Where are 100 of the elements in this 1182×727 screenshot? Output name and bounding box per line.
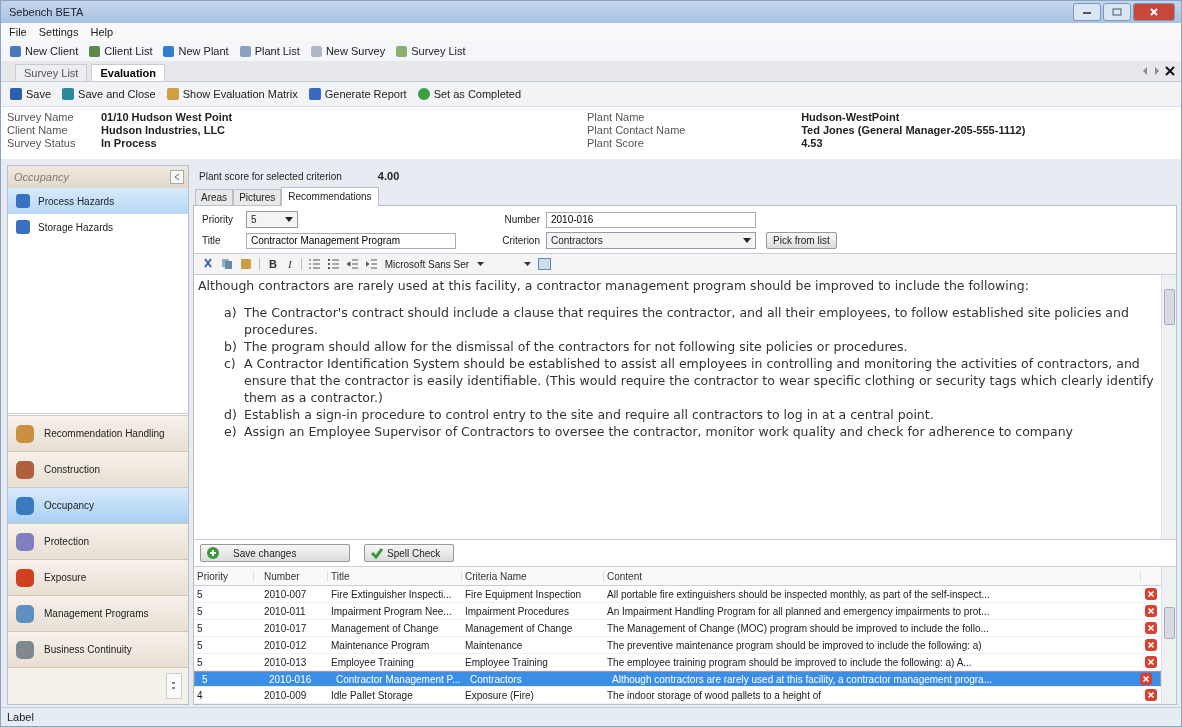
pick-from-list-button[interactable]: Pick from list — [766, 232, 837, 249]
priority-dropdown[interactable]: 5 — [246, 211, 298, 228]
delete-icon[interactable] — [1145, 656, 1157, 668]
navigation-button[interactable]: Business Continuity — [8, 632, 188, 668]
tab[interactable]: Areas — [195, 189, 234, 205]
table-cell-text: The indoor storage of wood pallets to a height of — [606, 689, 823, 701]
table-cell-text: Fire Equipment Inspection — [464, 588, 583, 600]
close-button[interactable] — [1133, 3, 1175, 21]
delete-icon[interactable] — [1145, 605, 1157, 617]
spell-check-button[interactable]: Spell Check — [364, 544, 454, 562]
scroll-left-icon[interactable] — [1141, 66, 1149, 76]
field-label: Plant Contact Name — [587, 124, 687, 136]
scroll-right-icon[interactable] — [1153, 66, 1161, 76]
options-button[interactable] — [166, 673, 182, 699]
text-editor[interactable] — [194, 274, 1176, 540]
list-marker: e) — [224, 423, 238, 440]
navigation-button[interactable]: Management Programs — [8, 596, 188, 632]
number-field[interactable]: 2010-016 — [546, 211, 756, 228]
title-field[interactable]: Contractor Management Program — [246, 232, 456, 249]
column-header[interactable]: Number — [254, 570, 328, 582]
delete-icon[interactable] — [1140, 673, 1152, 685]
caret-icon — [743, 238, 751, 243]
outdent-icon[interactable] — [346, 258, 359, 270]
collapse-button[interactable] — [170, 170, 184, 184]
close-icon[interactable] — [1165, 66, 1175, 76]
plus-icon — [207, 547, 219, 559]
toolbar-button[interactable]: New Plant — [160, 43, 231, 59]
table-cell-text: 2010-012 — [263, 639, 308, 651]
bold-button[interactable]: B — [267, 258, 279, 270]
menu-item[interactable]: Settings — [38, 26, 79, 38]
field-value: Hudson Industries, LLC — [101, 124, 227, 136]
toolbar-button[interactable]: Survey List — [393, 43, 468, 59]
table-cell-text: Contractor Management P... — [335, 673, 462, 685]
list-marker: d) — [224, 406, 238, 423]
italic-button[interactable]: I — [285, 258, 294, 270]
criterion-dropdown[interactable]: Contractors — [546, 232, 756, 249]
scrollbar[interactable] — [1161, 567, 1176, 704]
document-tab[interactable]: Evaluation — [91, 64, 166, 81]
cut-icon[interactable] — [202, 258, 214, 270]
field-value: In Process — [101, 137, 158, 149]
toolbar-button[interactable]: Plant List — [236, 43, 302, 59]
field-label: Plant Name — [587, 111, 646, 123]
list-marker: b) — [224, 338, 238, 355]
table-row[interactable]: 5 2010-007 Fire Extinguisher Inspecti... Fire Equipment Inspection All portable fire extinguishers should be inspected monthly, as part of the self-inspect... — [194, 586, 1161, 603]
toolbar-button[interactable]: Client List — [86, 43, 155, 59]
navigation-button[interactable]: Protection — [8, 524, 188, 560]
table-row[interactable]: 5 2010-017 Management of Change Management of Change The Management of Change (MOC) program should be improved to include the follo... — [194, 620, 1161, 637]
table-cell-text: 2010-007 — [263, 588, 308, 600]
list-item-text: The program should allow for the dismissal of the contractors for not following site policies or procedures. — [244, 338, 909, 355]
maximize-button[interactable] — [1103, 3, 1131, 21]
tab[interactable]: Pictures — [233, 189, 282, 205]
save-changes-button[interactable]: Save changes — [200, 544, 350, 562]
delete-icon[interactable] — [1145, 689, 1157, 701]
table-cell-text: Employee Training — [330, 656, 415, 668]
table-cell-text: 5 — [196, 622, 204, 634]
navigation-button[interactable]: Exposure — [8, 560, 188, 596]
indent-icon[interactable] — [365, 258, 378, 270]
caret-icon — [285, 217, 293, 222]
navigation-button[interactable]: Construction — [8, 452, 188, 488]
field-value: 01/10 Hudson West Point — [101, 111, 234, 123]
field-label: Criterion — [501, 235, 541, 246]
document-tab[interactable]: Survey List — [15, 64, 88, 81]
scrollbar[interactable] — [1161, 275, 1176, 539]
bulleted-list-icon[interactable] — [327, 258, 340, 270]
table-row[interactable]: 5 2010-012 Maintenance Program Maintenance The preventive maintenance program should be improved to include the following: a) — [194, 637, 1161, 654]
minimize-button[interactable] — [1073, 3, 1101, 21]
table-cell-text: All portable fire extinguishers should be inspected monthly, as part of the self-inspect... — [606, 588, 991, 600]
toolbar-button[interactable]: Set as Completed — [414, 86, 524, 102]
delete-icon[interactable] — [1145, 622, 1157, 634]
table-cell-text: 4 — [196, 689, 204, 701]
column-header[interactable]: Criteria Name — [462, 570, 604, 582]
table-cell-text: Maintenance Program — [330, 639, 431, 651]
table-cell-text: Exposure (Fire) — [464, 689, 535, 701]
toolbar-button[interactable]: Save — [7, 86, 54, 102]
toolbar-button[interactable]: New Client — [7, 43, 81, 59]
delete-icon[interactable] — [1145, 639, 1157, 651]
sidebar-item[interactable]: Storage Hazards — [8, 214, 188, 240]
font-dropdown[interactable]: Microsoft Sans Ser — [384, 258, 485, 270]
menu-item[interactable]: Help — [90, 26, 114, 38]
tab[interactable]: Recommendations — [281, 187, 379, 206]
navigation-button[interactable]: Occupancy — [8, 488, 188, 524]
table-row[interactable]: 5 2010-011 Impairment Program Nee... Impairment Procedures An Impairment Handling Program for all planned and emergency impairments to prot... — [194, 603, 1161, 620]
field-value: 4.53 — [801, 137, 824, 149]
table-row[interactable]: 4 2010-009 Idle Pallet Storage Exposure (Fire) The indoor storage of wood pallets to a height of — [194, 687, 1161, 704]
toolbar-button[interactable]: Save and Close — [59, 86, 158, 102]
sidebar-item[interactable]: Process Hazards — [8, 188, 188, 214]
field-value: Hudson-WestPoint — [801, 111, 901, 123]
toolbar-button[interactable]: New Survey — [307, 43, 388, 59]
column-header[interactable]: Content — [604, 570, 1141, 582]
delete-icon[interactable] — [1145, 588, 1157, 600]
table-cell-text: 2010-009 — [263, 689, 308, 701]
toolbar-button[interactable]: Generate Report — [305, 86, 409, 102]
copy-icon[interactable] — [221, 258, 233, 270]
column-header[interactable]: Priority — [194, 570, 254, 582]
column-header[interactable]: Title — [328, 570, 462, 582]
table-cell-text: 2010-011 — [263, 605, 307, 617]
status-text: Label — [7, 711, 34, 723]
navigation-button[interactable]: Recommendation Handling — [8, 416, 188, 452]
menu-item[interactable]: File — [9, 26, 27, 38]
toolbar-button[interactable]: Show Evaluation Matrix — [163, 86, 300, 102]
